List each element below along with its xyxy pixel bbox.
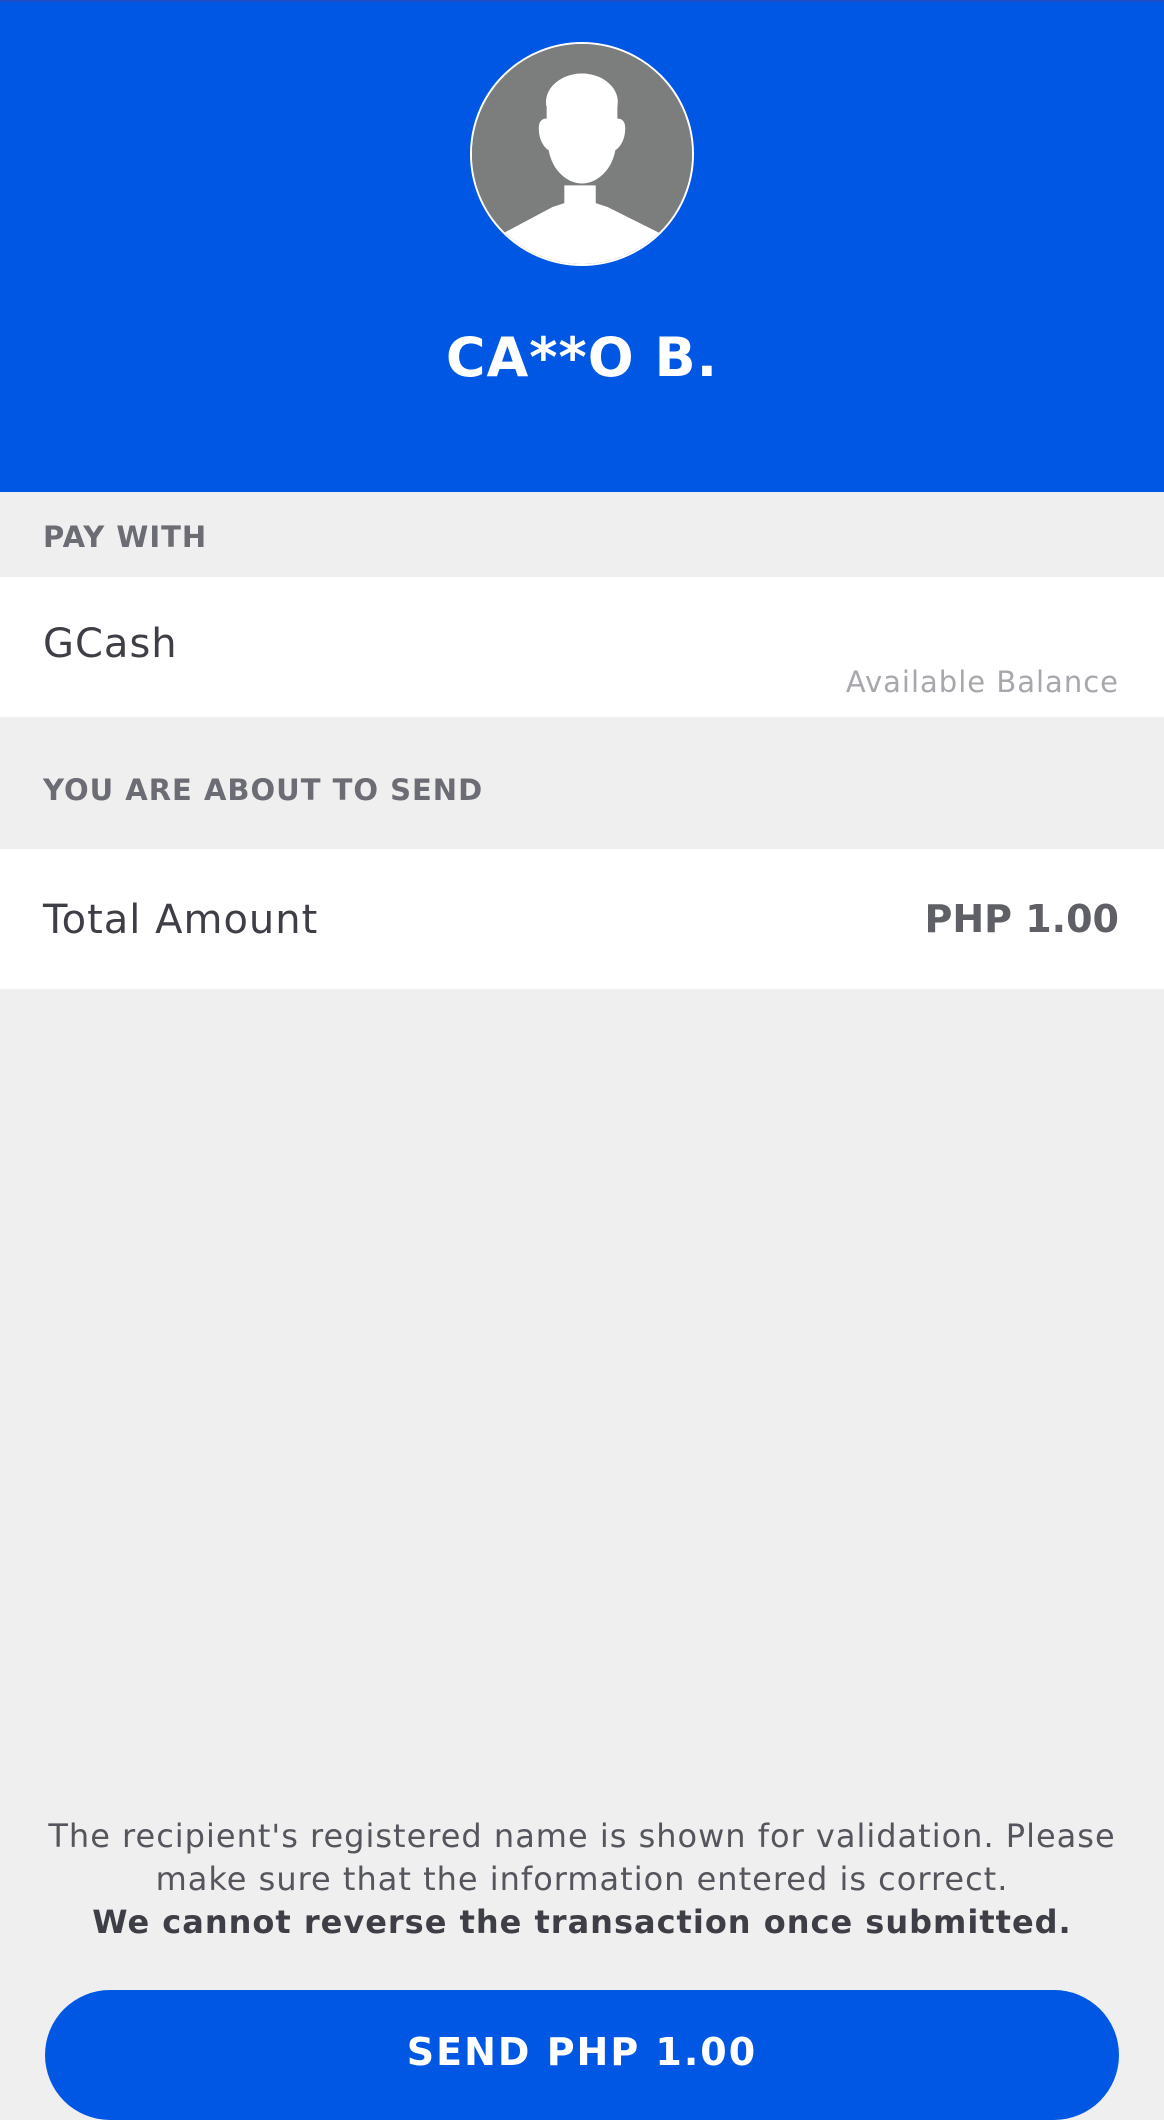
wallet-name: GCash	[43, 621, 178, 667]
irreversible-warning: We cannot reverse the transaction once s…	[92, 1903, 1072, 1941]
send-summary-section-label: YOU ARE ABOUT TO SEND	[43, 773, 484, 807]
available-balance-label: Available Balance	[845, 665, 1119, 699]
header-top-line	[0, 0, 1164, 2]
send-button[interactable]: SEND PHP 1.00	[45, 1990, 1119, 2120]
total-amount-label: Total Amount	[43, 897, 319, 943]
validation-disclaimer: The recipient's registered name is shown…	[40, 1815, 1124, 1944]
pay-with-section-label: PAY WITH	[43, 520, 208, 554]
payment-source-card[interactable]: GCash Available Balance	[0, 577, 1164, 717]
total-amount-card: Total Amount PHP 1.00	[0, 849, 1164, 989]
recipient-header: CA**O B.	[0, 0, 1164, 492]
total-amount-value: PHP 1.00	[924, 897, 1120, 941]
user-avatar-icon	[470, 42, 694, 266]
disclaimer-text: The recipient's registered name is shown…	[48, 1817, 1116, 1898]
recipient-name: CA**O B.	[445, 326, 719, 389]
